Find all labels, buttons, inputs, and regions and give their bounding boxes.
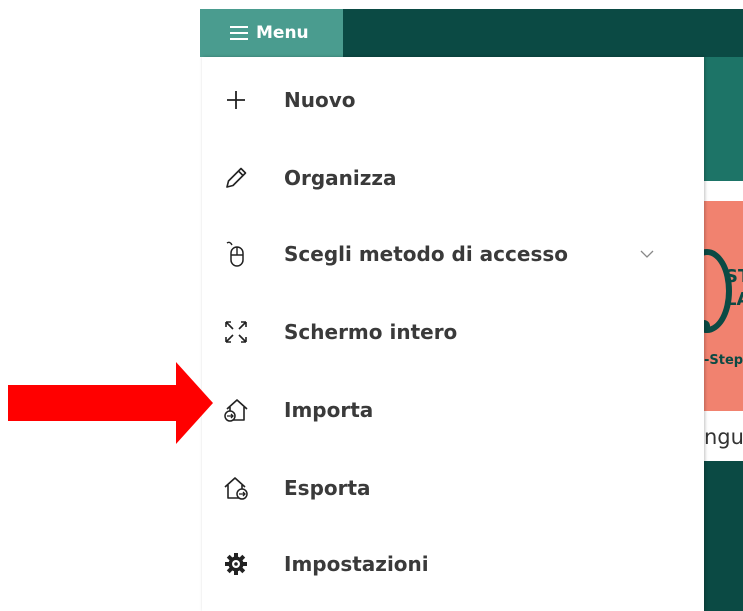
red-arrow-annotation <box>8 362 213 444</box>
banner-text-1: ST <box>725 266 743 287</box>
pencil-icon <box>222 164 250 192</box>
menu-button-label: Menu <box>256 23 309 43</box>
background-footer-band <box>704 461 743 611</box>
menu-dropdown: Nuovo Organizza Scegli metodo di accesso… <box>202 57 704 611</box>
menu-item-label: Schermo intero <box>284 320 458 344</box>
banner-text-2: LA <box>725 289 743 310</box>
export-home-icon <box>222 474 250 502</box>
menu-item-esporta[interactable]: Esporta <box>202 458 704 518</box>
background-header-band <box>704 57 743 181</box>
menu-item-impostazioni[interactable]: Impostazioni <box>202 534 704 594</box>
menu-item-label: Esporta <box>284 476 371 500</box>
fullscreen-icon <box>222 318 250 346</box>
menu-item-organizza[interactable]: Organizza <box>202 148 704 208</box>
banner-text-3: -Step <box>704 353 743 368</box>
menu-item-label: Organizza <box>284 166 397 190</box>
hamburger-icon <box>230 26 248 40</box>
import-home-icon <box>222 396 250 424</box>
background-banner: ST LA -Step <box>704 201 743 411</box>
mouse-icon <box>222 240 250 268</box>
menu-item-scegli-metodo-di-accesso[interactable]: Scegli metodo di accesso <box>202 224 704 284</box>
chevron-down-icon <box>640 250 654 258</box>
menu-button[interactable]: Menu <box>200 9 343 57</box>
menu-item-label: Scegli metodo di accesso <box>284 242 568 266</box>
menu-item-nuovo[interactable]: Nuovo <box>202 70 704 130</box>
background-strip <box>704 181 743 201</box>
menu-item-importa[interactable]: Importa <box>202 380 704 440</box>
menu-item-schermo-intero[interactable]: Schermo intero <box>202 302 704 362</box>
menu-item-label: Impostazioni <box>284 552 429 576</box>
background-partial-text: ngu <box>704 425 743 449</box>
gear-icon <box>222 550 250 578</box>
background-text-area: ngu <box>704 411 743 461</box>
menu-item-label: Importa <box>284 398 374 422</box>
plus-icon <box>222 86 250 114</box>
menu-item-label: Nuovo <box>284 88 356 112</box>
